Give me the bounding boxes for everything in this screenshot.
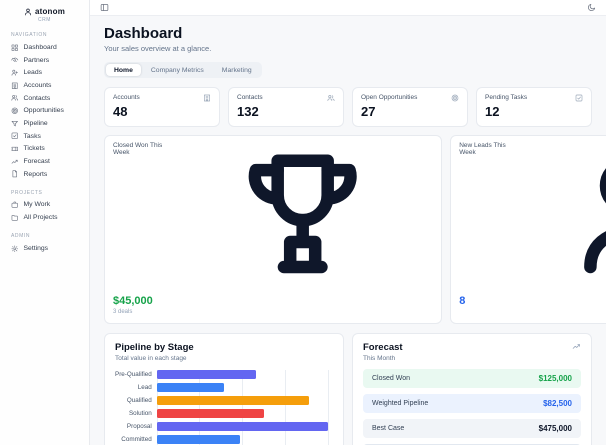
file-icon xyxy=(11,170,19,178)
trophy-icon xyxy=(172,142,433,292)
new-leads-card[interactable]: New Leads This Week 8 xyxy=(450,135,606,325)
dashboard-content: Dashboard Your sales overview at a glanc… xyxy=(90,16,606,445)
sidebar-item-contacts[interactable]: Contacts xyxy=(0,92,89,105)
stat-value: 48 xyxy=(113,104,128,120)
panel-toggle-icon[interactable] xyxy=(100,3,109,12)
sidebar-item-all-projects[interactable]: All Projects xyxy=(0,211,89,224)
chart-category-labels: Pre-Qualified Lead Qualified Solution Pr… xyxy=(115,371,152,444)
topbar xyxy=(90,0,606,17)
chart-plot-area: $0 $80,000 $160,000 $240,000 $320,000 xyxy=(156,370,333,445)
stat-value: 12 xyxy=(485,104,500,120)
sidebar-item-dashboard[interactable]: Dashboard xyxy=(0,41,89,54)
new-leads-value: 8 xyxy=(459,295,466,308)
tab-home[interactable]: Home xyxy=(106,64,141,77)
bar-committed xyxy=(156,435,240,445)
page-subtitle: Your sales overview at a glance. xyxy=(104,44,212,54)
bar-pre-qualified xyxy=(156,370,256,380)
stat-card-open-opportunities[interactable]: Open Opportunities 27 xyxy=(352,87,468,128)
building-icon xyxy=(11,82,19,90)
sidebar-item-opportunities[interactable]: Opportunities xyxy=(0,104,89,117)
check-square-icon xyxy=(11,132,19,140)
nav-section-label: Admin xyxy=(11,232,31,239)
closed-won-value: $45,000 xyxy=(113,295,153,308)
stat-card-accounts[interactable]: Accounts 48 xyxy=(104,87,220,128)
nav-section-navigation: Navigation Dashboard Partners Leads Acco… xyxy=(0,32,89,181)
main-area: Dashboard Your sales overview at a glanc… xyxy=(90,0,606,445)
tab-marketing[interactable]: Marketing xyxy=(214,64,260,76)
sidebar-item-pipeline[interactable]: Pipeline xyxy=(0,117,89,130)
sidebar-item-tickets[interactable]: Tickets xyxy=(0,143,89,156)
user-plus-icon xyxy=(516,142,606,292)
nav-section-label: Projects xyxy=(11,189,43,196)
bar-proposal xyxy=(156,422,328,432)
bar-solution xyxy=(156,409,264,419)
grid-icon xyxy=(11,44,19,52)
highlight-cards-row: Closed Won This Week $45,000 3 deals New… xyxy=(104,135,606,325)
gear-icon xyxy=(11,245,19,253)
nav-section-projects: Projects My Work All Projects xyxy=(0,190,89,224)
stat-cards-row: Accounts 48 Contacts 132 Open Opportunit… xyxy=(104,87,592,128)
closed-won-deals: 3 deals xyxy=(113,309,133,316)
chart-title: Pipeline by Stage xyxy=(115,342,194,354)
funnel-icon xyxy=(11,120,19,128)
users-icon xyxy=(327,94,335,102)
tab-company-metrics[interactable]: Company Metrics xyxy=(143,64,212,76)
folder-icon xyxy=(11,214,19,222)
target-icon xyxy=(11,107,19,115)
users-icon xyxy=(11,94,19,102)
stat-card-contacts[interactable]: Contacts 132 xyxy=(228,87,344,128)
sidebar-item-reports[interactable]: Reports xyxy=(0,168,89,181)
middle-row: Pipeline by Stage Total value in each st… xyxy=(104,333,592,445)
closed-won-card[interactable]: Closed Won This Week $45,000 3 deals xyxy=(104,135,443,325)
page-title: Dashboard xyxy=(104,25,183,43)
forecast-row-closed-won: Closed Won $125,000 xyxy=(363,369,581,389)
trend-up-icon xyxy=(572,342,581,351)
forecast-panel: Forecast This Month Closed Won $125,000 … xyxy=(352,333,592,445)
sidebar-item-my-work[interactable]: My Work xyxy=(0,199,89,212)
sidebar-item-accounts[interactable]: Accounts xyxy=(0,79,89,92)
forecast-subtitle: This Month xyxy=(363,355,396,363)
dashboard-tabs: Home Company Metrics Marketing xyxy=(104,62,262,79)
target-icon xyxy=(451,94,459,102)
theme-toggle-icon[interactable] xyxy=(587,3,596,12)
chart-subtitle: Total value in each stage xyxy=(115,355,187,363)
app-subtitle: CRM xyxy=(38,17,51,23)
stat-card-pending-tasks[interactable]: Pending Tasks 12 xyxy=(476,87,592,128)
ticket-icon xyxy=(11,145,19,153)
app-name: atonom xyxy=(34,7,66,16)
pipeline-by-stage-panel: Pipeline by Stage Total value in each st… xyxy=(104,333,344,445)
sidebar: atonom CRM Navigation Dashboard Partners… xyxy=(0,0,90,445)
handshake-icon xyxy=(11,56,19,64)
forecast-rows: Closed Won $125,000 Weighted Pipeline $8… xyxy=(363,369,581,445)
pipeline-bar-chart: Pre-Qualified Lead Qualified Solution Pr… xyxy=(115,370,333,445)
forecast-row-best-case: Best Case $475,000 xyxy=(363,419,581,439)
stat-value: 132 xyxy=(237,104,259,120)
trend-up-icon xyxy=(11,158,19,166)
app-logo[interactable]: atonom xyxy=(0,7,89,16)
bar-lead xyxy=(156,383,224,393)
stat-value: 27 xyxy=(361,104,376,120)
briefcase-icon xyxy=(11,201,19,209)
sidebar-item-leads[interactable]: Leads xyxy=(0,66,89,79)
nav-section-admin: Admin Settings xyxy=(0,233,89,255)
forecast-title: Forecast xyxy=(363,342,403,354)
logo-icon xyxy=(24,8,32,16)
bar-qualified xyxy=(156,396,309,406)
sidebar-item-forecast[interactable]: Forecast xyxy=(0,155,89,168)
sidebar-item-tasks[interactable]: Tasks xyxy=(0,130,89,143)
building-icon xyxy=(203,94,211,102)
user-plus-icon xyxy=(11,69,19,77)
sidebar-item-settings[interactable]: Settings xyxy=(0,242,89,255)
check-square-icon xyxy=(575,94,583,102)
forecast-row-weighted-pipeline: Weighted Pipeline $82,500 xyxy=(363,394,581,414)
nav-section-label: Navigation xyxy=(11,32,48,38)
sidebar-item-partners[interactable]: Partners xyxy=(0,54,89,67)
